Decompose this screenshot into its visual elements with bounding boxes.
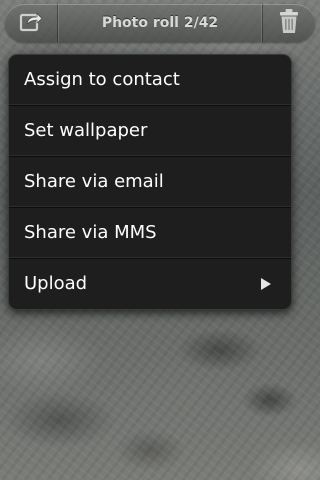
delete-button[interactable] — [262, 4, 315, 42]
submenu-arrow-icon — [261, 278, 271, 290]
menu-item-share-via-email[interactable]: Share via email — [9, 157, 291, 208]
menu-item-share-via-mms[interactable]: Share via MMS — [9, 208, 291, 259]
menu-item-set-wallpaper[interactable]: Set wallpaper — [9, 106, 291, 157]
menu-item-label: Share via MMS — [24, 222, 157, 243]
title-bar: Photo roll 2/42 — [5, 4, 315, 42]
menu-item-label: Share via email — [24, 171, 164, 192]
menu-item-upload[interactable]: Upload — [9, 259, 291, 309]
context-menu: Assign to contact Set wallpaper Share vi… — [8, 54, 292, 310]
trash-icon — [279, 8, 299, 38]
page-title: Photo roll 2/42 — [101, 15, 219, 31]
menu-item-label: Set wallpaper — [24, 120, 148, 141]
menu-item-label: Assign to contact — [24, 69, 180, 90]
share-icon — [18, 9, 44, 37]
menu-item-assign-to-contact[interactable]: Assign to contact — [9, 55, 291, 106]
share-button[interactable] — [5, 4, 58, 42]
menu-item-label: Upload — [24, 273, 88, 294]
